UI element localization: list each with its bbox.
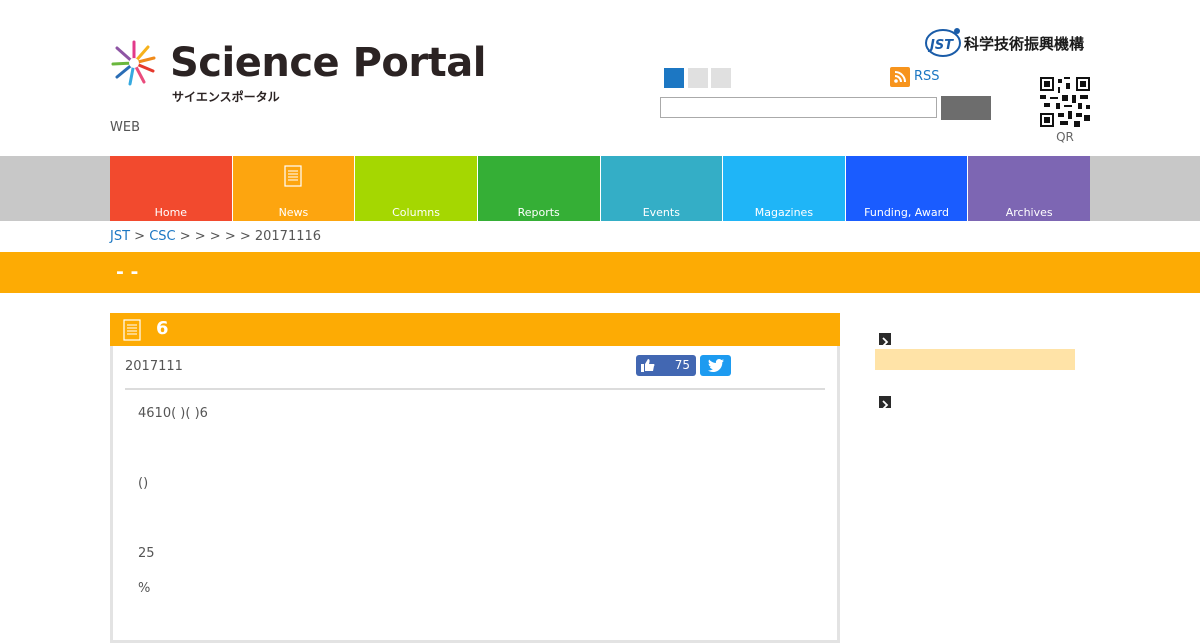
article-paragraph: 4610( )( )6 (138, 406, 208, 421)
jst-name: 科学技術振興機構 (964, 35, 1085, 53)
nav-item-label: Archives (1005, 206, 1053, 219)
logo-title: Science Portal (170, 40, 486, 86)
article-paragraph: % (138, 581, 151, 596)
document-icon (284, 165, 303, 187)
web-label: WEB (110, 120, 140, 135)
nav-item-funding-award[interactable]: Funding, Award (845, 156, 969, 221)
nav-item-label: Events (642, 206, 680, 219)
nav-item-archives[interactable]: Archives (968, 156, 1090, 221)
facebook-like-button[interactable]: 75 (636, 355, 696, 376)
svg-text:JST: JST (927, 38, 954, 53)
like-count: 75 (674, 358, 690, 372)
nav-item-magazines[interactable]: Magazines (723, 156, 846, 221)
nav-item-label: Magazines (754, 206, 814, 219)
breadcrumb-link-csc[interactable]: CSC (149, 229, 175, 244)
font-size-large-button[interactable] (711, 68, 731, 88)
article-date: 2017111 (125, 359, 183, 374)
sidebar-highlight-bar[interactable] (875, 349, 1075, 370)
nav-item-reports[interactable]: Reports (477, 156, 601, 221)
breadcrumb-link-jst[interactable]: JST (110, 229, 130, 244)
nav-item-label: Funding, Award (864, 206, 949, 219)
nav-item-label: Home (154, 206, 188, 219)
article-number: 6 (156, 318, 169, 339)
breadcrumb-tail: > > > > > 20171116 (175, 229, 322, 244)
article-divider (125, 388, 825, 390)
sidebar-chevron-right-icon[interactable] (879, 396, 891, 410)
jst-emblem-icon: JST (925, 28, 961, 57)
nav-item-columns[interactable]: Columns (355, 156, 478, 221)
search-button[interactable] (941, 96, 991, 120)
nav-item-news[interactable]: News (232, 156, 356, 221)
nav-item-label: News (278, 206, 309, 219)
logo-subtitle: サイエンスポータル (172, 90, 280, 104)
nav-item-label: Reports (517, 206, 560, 219)
article: 6 2017111 75 4610( )( )6 () 25 % (110, 313, 840, 643)
search-input[interactable] (660, 97, 937, 118)
article-paragraph: () (138, 476, 149, 491)
sparkle-logo-icon (111, 40, 156, 86)
main-nav: Home News Columns Reports Events Magazin… (110, 156, 1090, 221)
jst-logo[interactable]: JST 科学技術振興機構 (924, 26, 1094, 58)
rss-icon[interactable] (890, 67, 910, 87)
article-header: 6 (110, 313, 840, 346)
font-size-medium-button[interactable] (688, 68, 708, 88)
qr-label: QR (1056, 130, 1074, 144)
twitter-bird-icon (708, 359, 724, 372)
document-icon (123, 319, 141, 341)
article-paragraph: 25 (138, 546, 155, 561)
qr-code-icon (1040, 77, 1090, 127)
thumbs-up-icon (641, 359, 655, 372)
site-header: Science Portal サイエンスポータル WEB JST 科学技術振興機… (0, 0, 1200, 156)
nav-item-home[interactable]: Home (110, 156, 233, 221)
nav-item-events[interactable]: Events (600, 156, 724, 221)
twitter-share-button[interactable] (700, 355, 731, 376)
sidebar-chevron-right-icon[interactable] (879, 333, 891, 347)
science-portal-logo[interactable]: Science Portal サイエンスポータル (108, 34, 486, 106)
breadcrumb-separator: > (130, 229, 150, 244)
font-size-small-button[interactable] (664, 68, 684, 88)
rss-link[interactable]: RSS (914, 69, 940, 84)
banner-title: - - (116, 261, 139, 283)
nav-item-label: Columns (392, 206, 440, 219)
category-banner: - - (0, 252, 1200, 293)
breadcrumb: JST > CSC > > > > > 20171116 (110, 229, 321, 244)
